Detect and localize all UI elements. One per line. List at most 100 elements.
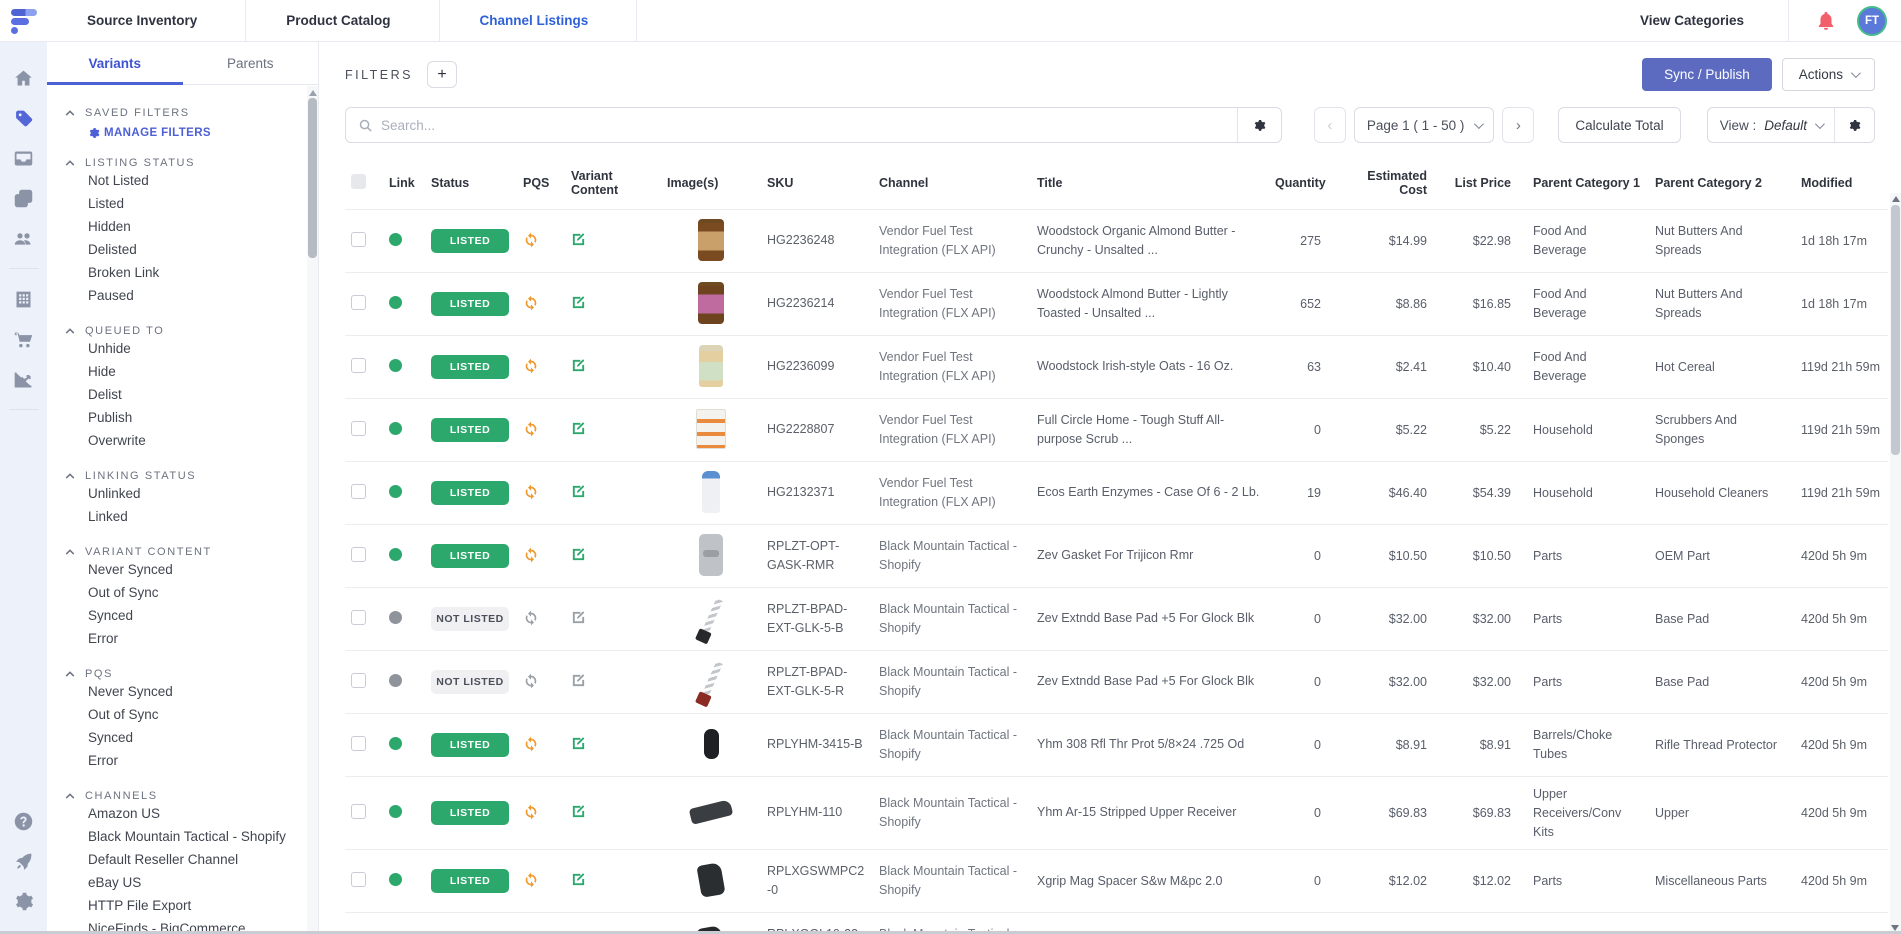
row-checkbox[interactable] [351,547,366,562]
product-image[interactable] [700,598,723,637]
variant-content-edit-icon[interactable] [571,673,586,688]
title-cell[interactable]: Woodstock Irish-style Oats - 16 Oz. [1031,336,1269,399]
column-header-modified[interactable]: Modified [1795,161,1888,210]
analytics-icon[interactable] [6,359,42,399]
pqs-sync-icon[interactable] [523,232,539,248]
section-header-queued-to[interactable]: QUEUED TO [65,325,308,337]
tag-icon[interactable] [6,98,42,138]
title-cell[interactable]: Zev Extndd Base Pad +5 For Glock Blk [1031,588,1269,651]
filter-item[interactable]: Delist [65,383,308,406]
view-categories-link[interactable]: View Categories [1596,13,1788,28]
title-cell[interactable]: Xgrip Mag Spacer S&w M&pc 2.0 [1031,850,1269,913]
next-page-button[interactable]: › [1502,107,1534,143]
filter-item[interactable]: Publish [65,406,308,429]
row-checkbox[interactable] [351,232,366,247]
variant-content-edit-icon[interactable] [571,295,586,310]
pqs-sync-icon[interactable] [523,804,539,820]
title-cell[interactable]: Zev Extndd Base Pad +5 For Glock Blk [1031,651,1269,714]
notifications-button[interactable] [1789,10,1857,32]
row-checkbox[interactable] [351,295,366,310]
variant-content-edit-icon[interactable] [571,232,586,247]
product-image[interactable] [700,661,723,700]
filter-item[interactable]: Linked [65,505,308,528]
section-header-pqs[interactable]: PQS [65,668,308,680]
column-header-channel[interactable]: Channel [873,161,1031,210]
filter-item[interactable]: Never Synced [65,558,308,581]
column-header-sku[interactable]: SKU [761,161,873,210]
row-checkbox[interactable] [351,736,366,751]
section-header-listing-status[interactable]: LISTING STATUS [65,157,308,169]
filter-item[interactable]: Paused [65,284,308,307]
pqs-sync-icon[interactable] [523,872,539,888]
column-header-status[interactable]: Status [425,161,517,210]
tab-parents[interactable]: Parents [183,42,319,85]
pqs-sync-icon[interactable] [523,421,539,437]
filter-item[interactable]: Error [65,627,308,650]
filter-item[interactable]: Hidden [65,215,308,238]
variant-content-edit-icon[interactable] [571,484,586,499]
pqs-sync-icon[interactable] [523,673,539,689]
filter-item[interactable]: Error [65,749,308,772]
column-header-list-price[interactable]: List Price [1443,161,1527,210]
variant-content-edit-icon[interactable] [571,610,586,625]
filter-item[interactable]: Synced [65,726,308,749]
product-image[interactable] [696,862,725,898]
users-icon[interactable] [6,218,42,258]
add-filter-button[interactable]: + [427,61,457,88]
row-checkbox[interactable] [351,872,366,887]
sidebar-scrollbar[interactable] [307,86,318,931]
variant-content-edit-icon[interactable] [571,804,586,819]
select-all-checkbox[interactable] [351,174,366,189]
row-checkbox[interactable] [351,804,366,819]
page-dropdown[interactable]: Page 1 ( 1 - 50 ) [1354,107,1495,143]
filter-item[interactable]: Unhide [65,337,308,360]
nav-source-inventory[interactable]: Source Inventory [47,0,246,41]
column-header-link[interactable]: Link [383,161,425,210]
filter-item[interactable]: Listed [65,192,308,215]
tab-variants[interactable]: Variants [47,42,183,85]
filter-item[interactable]: Never Synced [65,680,308,703]
variant-content-edit-icon[interactable] [571,421,586,436]
search-settings-button[interactable] [1237,108,1281,142]
variant-content-edit-icon[interactable] [571,736,586,751]
section-header-linking-status[interactable]: LINKING STATUS [65,470,308,482]
main-scrollbar[interactable] [1890,193,1901,934]
filter-item[interactable]: Overwrite [65,429,308,452]
column-header-parent-category-1[interactable]: Parent Category 1 [1527,161,1649,210]
pqs-sync-icon[interactable] [523,736,539,752]
search-input[interactable] [381,118,1237,133]
view-settings-button[interactable] [1834,108,1874,142]
home-icon[interactable] [6,58,42,98]
title-cell[interactable]: Woodstock Organic Almond Butter - Crunch… [1031,210,1269,273]
variant-content-edit-icon[interactable] [571,547,586,562]
building-icon[interactable] [6,279,42,319]
filter-item[interactable]: Broken Link [65,261,308,284]
column-header-pqs[interactable]: PQS [517,161,565,210]
column-header-image-s-[interactable]: Image(s) [661,161,761,210]
pqs-sync-icon[interactable] [523,547,539,563]
column-header-title[interactable]: Title [1031,161,1269,210]
section-header-channels[interactable]: CHANNELS [65,790,308,802]
cart-icon[interactable] [6,319,42,359]
product-image[interactable] [689,799,734,825]
pqs-sync-icon[interactable] [523,610,539,626]
column-header-estimated-cost[interactable]: Estimated Cost [1337,161,1443,210]
variant-content-edit-icon[interactable] [571,872,586,887]
filter-item[interactable]: Default Reseller Channel [65,848,308,871]
title-cell[interactable]: Xgrip Mag Spacer For Glk 19/23 G5 [1031,913,1269,931]
row-checkbox[interactable] [351,610,366,625]
filter-item[interactable]: Synced [65,604,308,627]
settings-icon[interactable] [6,881,42,921]
title-cell[interactable]: Full Circle Home - Tough Stuff All-purpo… [1031,399,1269,462]
nav-product-catalog[interactable]: Product Catalog [246,0,439,41]
product-image[interactable] [698,219,724,261]
view-dropdown[interactable]: View : Default [1708,118,1834,133]
filter-item[interactable]: Delisted [65,238,308,261]
filter-item[interactable]: Not Listed [65,169,308,192]
filter-item[interactable]: Out of Sync [65,703,308,726]
column-header-parent-category-2[interactable]: Parent Category 2 [1649,161,1795,210]
manage-filters-link[interactable]: MANAGE FILTERS [65,119,308,139]
title-cell[interactable]: Yhm 308 Rfl Thr Prot 5/8×24 .725 Od [1031,714,1269,777]
pqs-sync-icon[interactable] [523,484,539,500]
copies-icon[interactable] [6,178,42,218]
